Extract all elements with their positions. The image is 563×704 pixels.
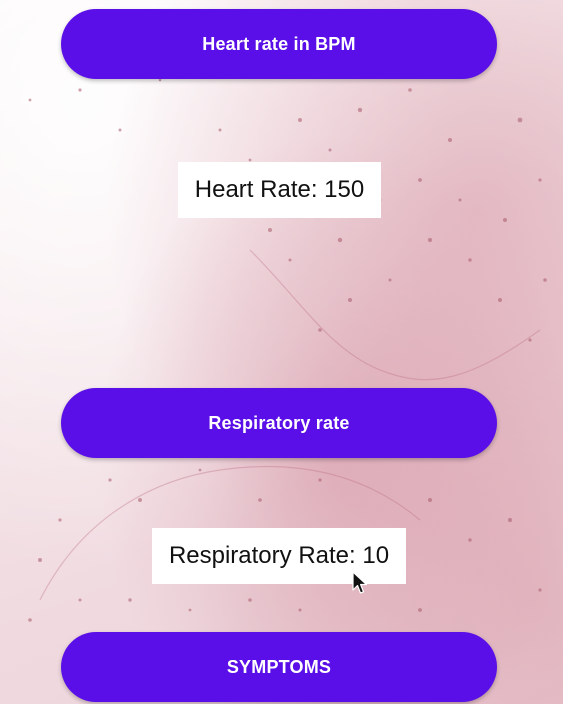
heart-rate-button-label: Heart rate in BPM (202, 33, 356, 54)
splatter-decoration (28, 68, 547, 622)
respiratory-rate-button[interactable]: Respiratory rate (61, 388, 497, 458)
heart-rate-button[interactable]: Heart rate in BPM (61, 9, 497, 79)
mouse-pointer-icon (352, 571, 368, 594)
symptoms-button-label: SYMPTOMS (226, 656, 332, 677)
respiratory-rate-value: Respiratory Rate: 10 (168, 542, 390, 569)
heart-rate-display: Heart Rate: 150 (178, 162, 381, 218)
symptoms-button[interactable]: SYMPTOMS (61, 632, 497, 702)
heart-rate-value: Heart Rate: 150 (194, 176, 365, 203)
respiratory-rate-button-label: Respiratory rate (208, 412, 350, 433)
marble-background (0, 0, 563, 704)
